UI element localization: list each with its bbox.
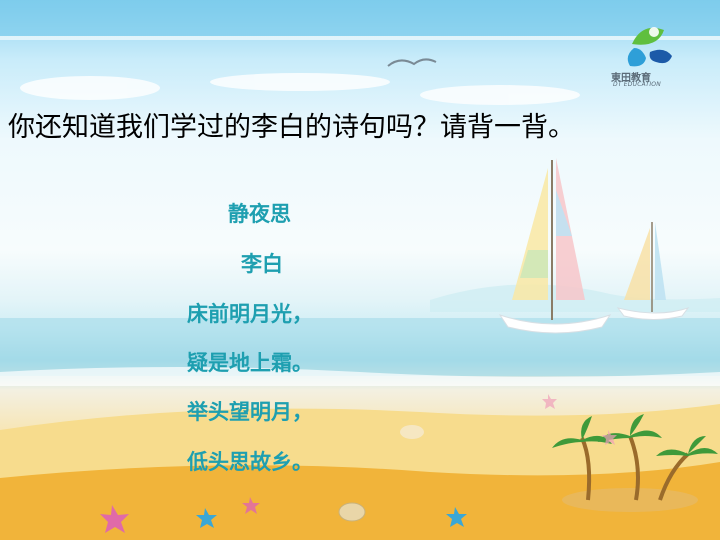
slide: 東田教育 DT EDUCATION 你还知道我们学过的李白的诗句吗？请背一背。 … [0, 0, 720, 540]
sea [0, 318, 720, 376]
starfish-icon [542, 394, 557, 409]
poem-title: 静夜思 [228, 202, 291, 226]
sky-band-highlight [0, 36, 720, 40]
shell-icon [338, 502, 366, 522]
poem-author: 李白 [241, 252, 283, 276]
poem-line-4: 低头思故乡。 [187, 450, 313, 474]
clouds [20, 73, 580, 105]
question-heading: 你还知道我们学过的李白的诗句吗？请背一背。 [8, 112, 575, 143]
shell-icon [400, 425, 424, 439]
logo-subtitle: DT EDUCATION [613, 81, 661, 88]
seagull-icon [387, 58, 437, 67]
poem-line-3: 举头望明月， [187, 400, 313, 424]
sky-band [0, 0, 720, 36]
poem-line-1: 床前明月光， [187, 302, 313, 326]
poem-line-2: 疑是地上霜。 [187, 351, 313, 375]
